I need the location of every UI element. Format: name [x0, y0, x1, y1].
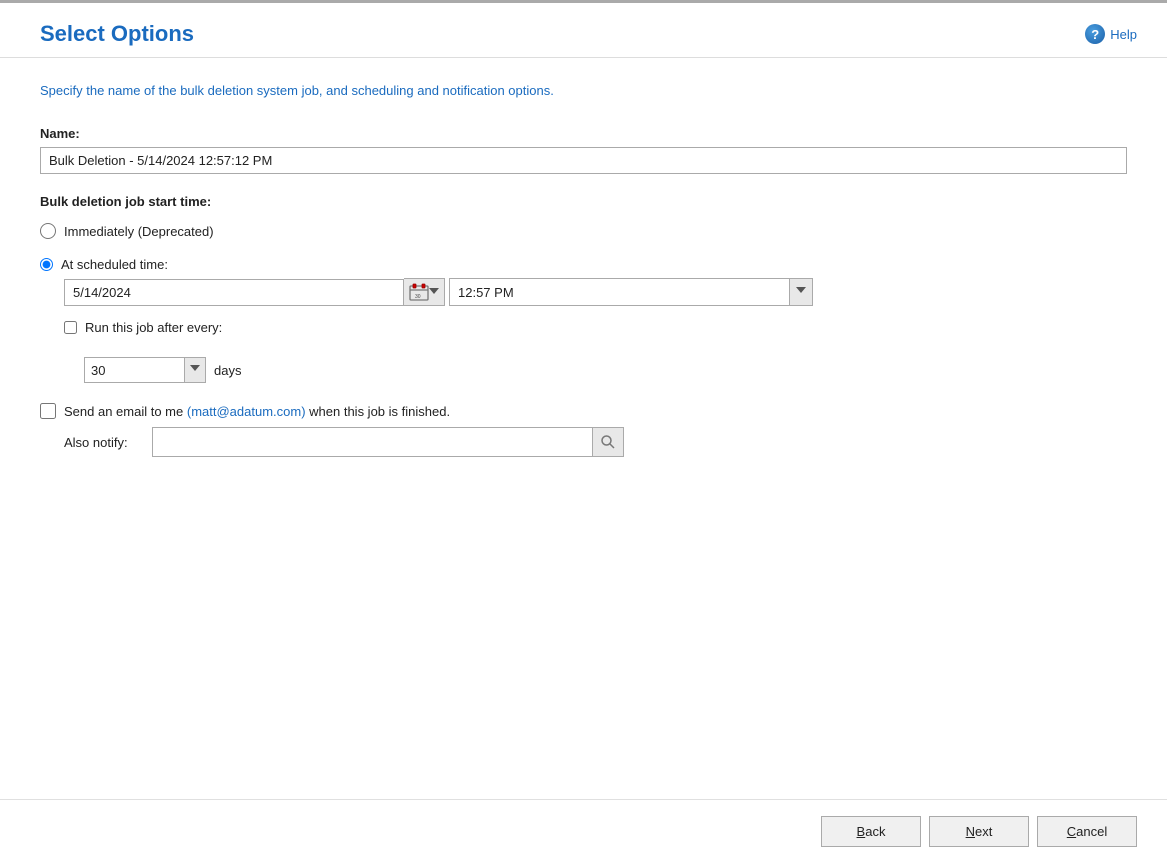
notification-section: Send an email to me (matt@adatum.com) wh… [40, 403, 1127, 457]
immediately-radio-row: Immediately (Deprecated) [40, 223, 1127, 239]
repeat-section: Run this job after every: days [64, 320, 1127, 383]
time-chevron-icon [796, 287, 806, 297]
main-content: Specify the name of the bulk deletion sy… [0, 58, 1167, 799]
calendar-button[interactable]: 30 [404, 278, 445, 306]
repeat-label[interactable]: Run this job after every: [85, 320, 222, 335]
immediately-label[interactable]: Immediately (Deprecated) [64, 224, 214, 239]
search-icon [600, 434, 616, 450]
svg-text:30: 30 [415, 294, 421, 300]
interval-wrap: days [84, 357, 1127, 383]
email-address: (matt@adatum.com) [187, 404, 306, 419]
interval-input[interactable] [84, 357, 184, 383]
also-notify-row: Also notify: [64, 427, 1127, 457]
help-label: Help [1110, 27, 1137, 42]
scheduled-section: At scheduled time: 30 [40, 257, 1127, 306]
scheduled-radio-row: At scheduled time: [40, 257, 1127, 272]
name-label: Name: [40, 126, 1127, 141]
help-icon: ? [1085, 24, 1105, 44]
time-dropdown-button[interactable] [789, 278, 813, 306]
next-label-rest: ext [975, 824, 992, 839]
also-notify-label: Also notify: [64, 435, 144, 450]
also-notify-input-wrap [152, 427, 624, 457]
back-label-rest: ack [865, 824, 885, 839]
time-input[interactable] [449, 278, 789, 306]
page-header: Select Options ? Help [0, 3, 1167, 58]
repeat-checkbox-row: Run this job after every: [64, 320, 1127, 335]
repeat-checkbox[interactable] [64, 321, 77, 334]
page-title: Select Options [40, 21, 194, 47]
back-button[interactable]: Back [821, 816, 921, 847]
cancel-label-rest: ancel [1076, 824, 1107, 839]
days-label: days [214, 363, 241, 378]
time-select-wrap [449, 278, 813, 306]
name-field-group: Name: [40, 126, 1127, 174]
scheduled-radio[interactable] [40, 258, 53, 271]
immediately-radio[interactable] [40, 223, 56, 239]
also-notify-input[interactable] [152, 427, 592, 457]
date-input[interactable] [64, 279, 404, 306]
also-notify-search-button[interactable] [592, 427, 624, 457]
description-text: Specify the name of the bulk deletion sy… [40, 83, 1127, 98]
scheduled-label[interactable]: At scheduled time: [61, 257, 168, 272]
email-label-suffix: when this job is finished. [306, 404, 451, 419]
email-label-prefix: Send an email to me [64, 404, 187, 419]
cancel-button[interactable]: Cancel [1037, 816, 1137, 847]
email-checkbox-label[interactable]: Send an email to me (matt@adatum.com) wh… [64, 404, 450, 419]
footer: Back Next Cancel [0, 799, 1167, 867]
date-time-row: 30 [64, 278, 1127, 306]
start-time-label: Bulk deletion job start time: [40, 194, 1127, 209]
email-checkbox-row: Send an email to me (matt@adatum.com) wh… [40, 403, 1127, 419]
help-link[interactable]: ? Help [1085, 24, 1137, 44]
calendar-dropdown-arrow [429, 285, 439, 300]
interval-chevron-icon [190, 365, 200, 375]
start-time-group: Bulk deletion job start time: Immediatel… [40, 194, 1127, 383]
interval-dropdown-button[interactable] [184, 357, 206, 383]
name-input[interactable] [40, 147, 1127, 174]
email-checkbox[interactable] [40, 403, 56, 419]
next-button[interactable]: Next [929, 816, 1029, 847]
calendar-icon: 30 [409, 283, 429, 301]
